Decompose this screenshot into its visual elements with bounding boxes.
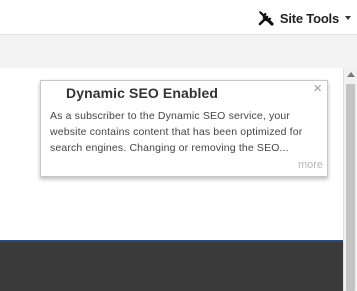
scroll-up-arrow-icon[interactable]	[347, 72, 355, 77]
popup-title: Dynamic SEO Enabled	[66, 85, 219, 101]
seo-notification-popup: Dynamic SEO Enabled × As a subscriber to…	[40, 80, 328, 177]
popup-message: As a subscriber to the Dynamic SEO servi…	[50, 110, 303, 154]
close-icon[interactable]: ×	[313, 81, 322, 97]
vertical-scrollbar[interactable]	[343, 68, 357, 291]
scroll-thumb[interactable]	[346, 84, 355, 291]
site-tools-label: Site Tools	[279, 10, 339, 26]
page: Site Tools Dynamic SEO Enabled × As a su…	[0, 0, 357, 291]
dark-footer-band	[0, 242, 343, 291]
site-tools-menu[interactable]: Site Tools	[257, 9, 351, 27]
more-link[interactable]: more	[298, 159, 323, 171]
top-bar: Site Tools	[0, 0, 357, 34]
tools-icon	[257, 9, 275, 27]
toolbar-strip	[0, 34, 357, 69]
caret-down-icon	[345, 16, 351, 20]
